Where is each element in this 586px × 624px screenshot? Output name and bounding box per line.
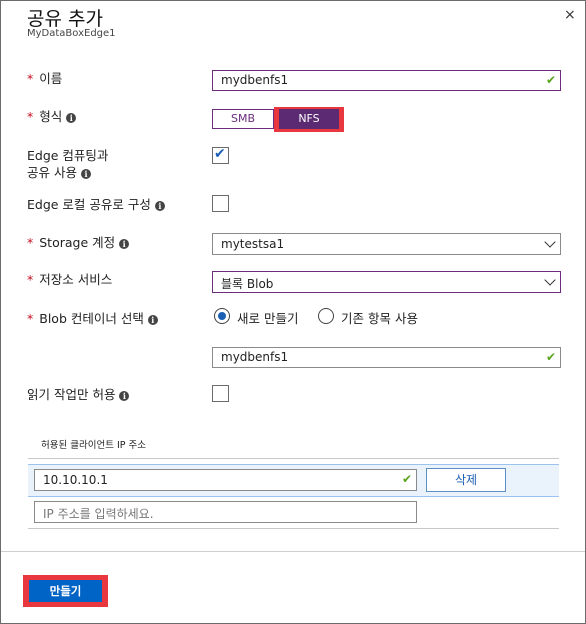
blob-container-name-input[interactable]: mydbenfs1 ✔ xyxy=(212,347,561,368)
footer-divider xyxy=(1,551,585,552)
blob-container-label: * Blob 컨테이너 선택 i xyxy=(27,310,158,327)
storage-account-select[interactable]: mytestsa1 xyxy=(212,233,561,255)
info-icon: i xyxy=(119,390,130,401)
required-mark: * xyxy=(27,235,34,250)
info-icon: i xyxy=(66,112,77,123)
radio-create-new[interactable] xyxy=(214,308,230,324)
storage-account-value: mytestsa1 xyxy=(221,237,285,251)
edge-local-label: Edge 로컬 공유로 구성 i xyxy=(27,196,165,213)
name-input[interactable]: mydbenfs1 ✔ xyxy=(212,70,561,91)
blob-container-name-value: mydbenfs1 xyxy=(221,350,289,364)
radio-selected-dot xyxy=(218,312,226,320)
storage-service-label: * 저장소 서비스 xyxy=(27,271,112,288)
radio-use-existing[interactable] xyxy=(318,308,334,324)
checkmark-icon: ✔ xyxy=(214,146,226,162)
allowed-clients-heading: 허용된 클라이언트 IP 주소 xyxy=(41,440,146,451)
valid-check-icon: ✔ xyxy=(545,350,556,364)
required-mark: * xyxy=(27,109,34,124)
name-label: * 이름 xyxy=(27,70,62,87)
type-label-text: 형식 xyxy=(39,109,63,124)
type-option-nfs[interactable]: NFS xyxy=(279,109,339,129)
name-label-text: 이름 xyxy=(39,71,63,86)
storage-account-label: * Storage 계정 i xyxy=(27,234,130,251)
valid-check-icon: ✔ xyxy=(545,73,556,87)
read-only-label: 읽기 작업만 허용 i xyxy=(27,386,130,403)
page-title: 공유 추가 xyxy=(27,8,103,30)
storage-account-label-text: Storage 계정 xyxy=(39,235,116,250)
add-share-panel: 공유 추가 MyDataBoxEdge1 × * 이름 mydbenfs1 ✔ *… xyxy=(0,0,586,624)
required-mark: * xyxy=(27,272,34,287)
radio-use-existing-label[interactable]: 기존 항목 사용 xyxy=(341,308,418,327)
blob-container-label-text: Blob 컨테이너 선택 xyxy=(39,311,144,326)
info-icon: i xyxy=(154,200,165,211)
valid-check-icon: ✔ xyxy=(401,472,412,486)
close-icon[interactable]: × xyxy=(564,7,576,23)
read-only-checkbox[interactable] xyxy=(212,385,229,402)
edge-compute-checkbox[interactable]: ✔ xyxy=(212,146,229,164)
read-only-label-text: 읽기 작업만 허용 xyxy=(27,387,116,402)
info-icon: i xyxy=(119,238,130,249)
storage-service-value: 블록 Blob xyxy=(221,277,274,291)
radio-create-new-label[interactable]: 새로 만들기 xyxy=(237,308,298,327)
type-label: * 형식 i xyxy=(27,108,77,125)
edge-local-label-text: Edge 로컬 공유로 구성 xyxy=(27,197,151,212)
delete-button[interactable]: 삭제 xyxy=(426,468,506,492)
edge-local-checkbox[interactable] xyxy=(212,195,229,212)
ip-address-value: 10.10.10.1 xyxy=(43,473,108,487)
page-subtitle: MyDataBoxEdge1 xyxy=(27,28,116,39)
edge-compute-label: Edge 컴퓨팅과 공유 사용 i xyxy=(27,147,108,181)
chevron-down-icon xyxy=(544,236,556,248)
storage-service-select[interactable]: 블록 Blob xyxy=(212,271,561,293)
divider xyxy=(28,528,559,529)
type-option-smb[interactable]: SMB xyxy=(212,109,274,129)
edge-compute-label-line1: Edge 컴퓨팅과 xyxy=(27,148,109,163)
info-icon: i xyxy=(80,168,91,179)
info-icon: i xyxy=(147,314,158,325)
required-mark: * xyxy=(27,71,34,86)
ip-address-input[interactable]: 10.10.10.1 ✔ xyxy=(34,469,417,491)
name-input-value: mydbenfs1 xyxy=(221,73,289,87)
create-button[interactable]: 만들기 xyxy=(29,580,102,602)
storage-service-label-text: 저장소 서비스 xyxy=(39,272,113,287)
new-ip-address-input[interactable]: IP 주소를 입력하세요. xyxy=(34,501,417,523)
edge-compute-label-line2: 공유 사용 xyxy=(27,165,77,180)
divider xyxy=(28,458,559,459)
new-ip-placeholder: IP 주소를 입력하세요. xyxy=(43,507,154,521)
chevron-down-icon xyxy=(544,274,556,286)
required-mark: * xyxy=(27,311,34,326)
